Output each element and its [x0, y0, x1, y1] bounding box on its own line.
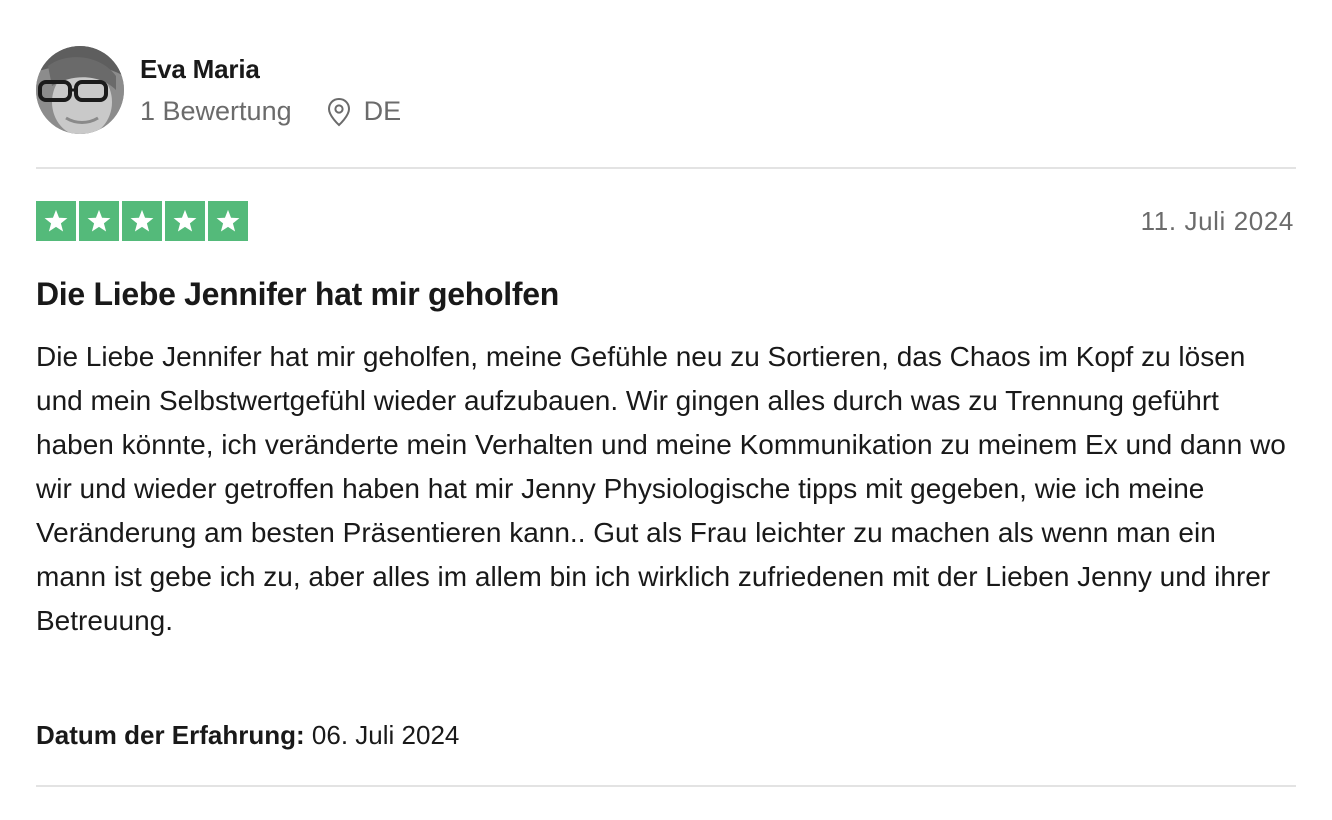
footer-divider — [36, 785, 1296, 787]
star-icon — [208, 201, 248, 241]
star-icon — [165, 201, 205, 241]
review-title[interactable]: Die Liebe Jennifer hat mir geholfen — [36, 276, 559, 313]
location-pin-icon — [327, 97, 350, 126]
star-rating — [36, 201, 248, 241]
star-icon — [36, 201, 76, 241]
header-divider — [36, 167, 1296, 169]
experience-date-label: Datum der Erfahrung: — [36, 720, 312, 750]
review-count[interactable]: 1 Bewertung — [140, 96, 292, 127]
experience-date-row: Datum der Erfahrung: 06. Juli 2024 — [36, 720, 459, 751]
star-icon — [122, 201, 162, 241]
avatar-photo — [36, 46, 124, 134]
star-icon — [79, 201, 119, 241]
review-date: 11. Juli 2024 — [1140, 206, 1294, 236]
reviewer-meta: 1 Bewertung DE — [140, 96, 401, 127]
review-card: Eva Maria 1 Bewertung DE 11. Juli 2024 D… — [36, 0, 1296, 820]
avatar[interactable] — [36, 46, 124, 134]
reviewer-header: Eva Maria 1 Bewertung DE — [36, 46, 1296, 138]
review-body: Die Liebe Jennifer hat mir geholfen, mei… — [36, 341, 1286, 636]
reviewer-name[interactable]: Eva Maria — [140, 54, 260, 85]
experience-date-value: 06. Juli 2024 — [311, 720, 460, 750]
country-code: DE — [363, 96, 402, 126]
reviewer-location: DE — [326, 96, 402, 127]
